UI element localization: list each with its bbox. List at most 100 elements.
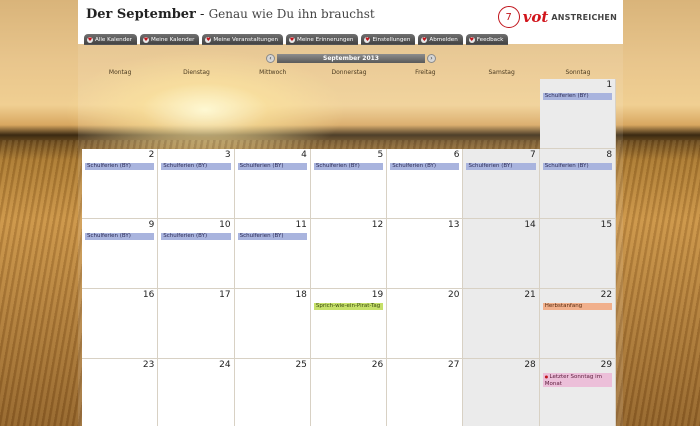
tab-heart-icon: ♥ [364,36,371,43]
calendar-event[interactable]: Sprich-wie-ein-Pirat-Tag [313,303,384,310]
day-cell[interactable]: 27 [387,359,464,426]
day-cell[interactable]: 9 Schulferien (BY) [82,219,159,289]
day-cell[interactable]: 17 [158,289,235,359]
day-number: 21 [524,290,536,300]
day-number: 23 [142,360,155,370]
empty-day-cell [311,79,387,149]
day-cell[interactable]: 10 Schulferien (BY) [158,219,235,289]
day-cell[interactable]: 2 Schulferien (BY) [82,149,159,219]
day-cell[interactable]: 7 Schulferien (BY) [463,149,540,219]
day-cell[interactable]: 18 [234,289,311,359]
day-cell[interactable]: 16 [82,289,159,359]
month-calendar: ‹ September 2013 › Montag Dienstag Mittwoc… [78,44,623,426]
calendar-event[interactable]: Schulferien (BY) [390,163,460,170]
day-number: 9 [148,220,155,230]
tab-heart-icon: ♥ [143,36,149,43]
tab-label: Abmelden [429,36,458,43]
day-cell[interactable]: 12 [310,219,388,289]
day-cell[interactable]: 28 [463,359,540,426]
day-cell[interactable]: 4 Schulferien (BY) [234,149,311,219]
day-number: 14 [524,220,536,230]
day-number: 13 [448,220,460,230]
weekday-label: Samstag [488,69,515,76]
calendar-event[interactable]: Schulferien (BY) [237,163,307,170]
calendar-grid: 1 Schulferien (BY) 2 Schulferien (BY) 3 Schul… [82,79,617,426]
day-number: 26 [371,360,384,370]
calendar-event[interactable]: Schulferien (BY) [466,163,536,170]
day-number: 6 [453,150,460,160]
calendar-event[interactable]: Schulferien (BY) [542,93,613,100]
day-number: 10 [219,220,231,230]
calendar-event[interactable]: Schulferien (BY) [313,163,384,170]
calendar-event[interactable]: Schulferien (BY) [161,233,231,240]
day-number: 7 [530,150,536,160]
day-cell[interactable]: 15 [539,219,617,289]
day-cell[interactable]: 1 Schulferien (BY) [539,79,617,149]
day-cell[interactable]: 29 Letzter Sonntag im Monat [539,359,617,426]
day-number: 15 [600,220,613,230]
calendar-badge-icon: 7 [497,6,520,28]
title-separator: - [195,7,209,22]
day-number: 24 [219,360,231,370]
day-number: 17 [219,290,231,300]
next-month-arrow-icon[interactable]: › [427,54,436,63]
day-number: 16 [142,290,155,300]
weekday-label: Sonntag [565,69,591,76]
day-number: 5 [377,150,384,160]
day-cell[interactable]: 3 Schulferien (BY) [158,149,235,219]
month-navigation: ‹ September 2013 › [266,53,436,64]
month-label: September 2013 [277,54,425,63]
day-number: 11 [295,220,307,230]
tab-label: Feedback [476,36,504,43]
calendar-event[interactable]: Schulferien (BY) [542,163,613,170]
calendar-event[interactable]: Schulferien (BY) [161,163,231,170]
day-cell[interactable]: 26 [310,359,388,426]
day-cell[interactable]: 11 Schulferien (BY) [234,219,311,289]
logo-word: vot [522,8,549,26]
calendar-event[interactable]: Schulferien (BY) [85,163,155,170]
day-number: 22 [600,290,613,300]
empty-day-cell [235,79,311,149]
day-cell[interactable]: 20 [387,289,464,359]
day-number: 12 [371,220,384,230]
calendar-event[interactable]: Schulferien (BY) [237,233,307,240]
day-cell[interactable]: 5 Schulferien (BY) [310,149,388,219]
calendar-event[interactable]: Herbstanfang [542,303,613,310]
page-title: Der September - Genau wie Du ihn brauchs… [86,7,375,22]
calendar-event[interactable]: Letzter Sonntag im Monat [542,373,613,387]
day-cell[interactable]: 8 Schulferien (BY) [539,149,617,219]
title-month: Der September [86,7,196,22]
day-number: 8 [606,150,613,160]
tab-heart-icon: ♥ [87,36,93,43]
tab-heart-icon: ♥ [289,36,296,43]
weekday-label: Dienstag [183,69,210,76]
day-cell[interactable]: 13 [387,219,464,289]
day-number: 1 [606,80,613,90]
weekday-label: Montag [108,69,132,76]
tab-label: Meine Erinnerungen [297,36,354,43]
calendar-event[interactable]: Schulferien (BY) [85,233,155,240]
tab-heart-icon: ♥ [205,36,212,43]
day-number: 4 [301,150,307,160]
weekday-header-row: Montag Dienstag Mittwoch Donnerstag Freitag S… [82,69,616,79]
tab-label: Alle Kalender [95,36,132,43]
title-subtitle: Genau wie Du ihn brauchst [208,7,375,21]
day-cell[interactable]: 25 [234,359,311,426]
day-number: 27 [448,360,460,370]
day-cell[interactable]: 23 [82,359,159,426]
brand-logo[interactable]: 7 vot ANSTREICHEN [497,5,617,29]
empty-day-cell [82,79,158,149]
day-cell[interactable]: 24 [158,359,235,426]
weekday-label: Donnerstag [331,69,367,76]
day-cell[interactable]: 14 [463,219,540,289]
day-number: 2 [148,150,155,160]
day-cell[interactable]: 19 Sprich-wie-ein-Pirat-Tag [310,289,388,359]
day-cell[interactable]: 6 Schulferien (BY) [387,149,464,219]
day-cell[interactable]: 22 Herbstanfang [539,289,617,359]
prev-month-arrow-icon[interactable]: ‹ [266,54,275,63]
day-cell[interactable]: 21 [463,289,540,359]
day-number: 25 [295,360,307,370]
weekday-label: Mittwoch [259,69,287,76]
tab-heart-icon: ♥ [468,36,475,43]
tab-label: Meine Veranstaltungen [213,36,279,43]
